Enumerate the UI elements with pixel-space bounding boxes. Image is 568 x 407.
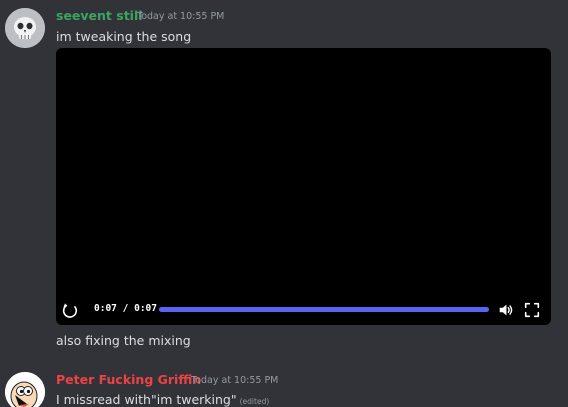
time-separator: / [122,303,129,314]
fullscreen-icon[interactable] [523,301,541,319]
author-name[interactable]: seevent still [56,8,143,23]
avatar[interactable] [5,8,45,48]
video-player[interactable]: 0:07 / 0:07 [56,48,551,325]
replay-icon[interactable] [61,301,79,319]
current-time: 0:07 [94,303,117,314]
message-text: I missread with"im twerking" (edited) [56,392,269,407]
chat-messages: seevent still Today at 10:55 PM im tweak… [0,0,568,407]
message-text-followup: also fixing the mixing [56,333,191,348]
peter-griffin-avatar-icon [5,372,45,407]
timestamp: Today at 10:55 PM [137,11,225,22]
edited-label: (edited) [239,397,270,406]
progress-bar[interactable] [159,307,489,312]
message-text: im tweaking the song [56,29,192,44]
progress-fill [159,307,489,312]
video-time: 0:07 / 0:07 [94,303,157,314]
volume-icon[interactable] [497,301,515,319]
timestamp: Today at 10:55 PM [191,375,279,386]
duration: 0:07 [134,303,157,314]
video-controls: 0:07 / 0:07 [56,295,551,325]
message-body: I missread with"im twerking" [56,392,237,407]
skull-avatar-icon [5,8,45,48]
avatar[interactable] [5,372,45,407]
author-name[interactable]: Peter Fucking Griffin [56,372,201,387]
